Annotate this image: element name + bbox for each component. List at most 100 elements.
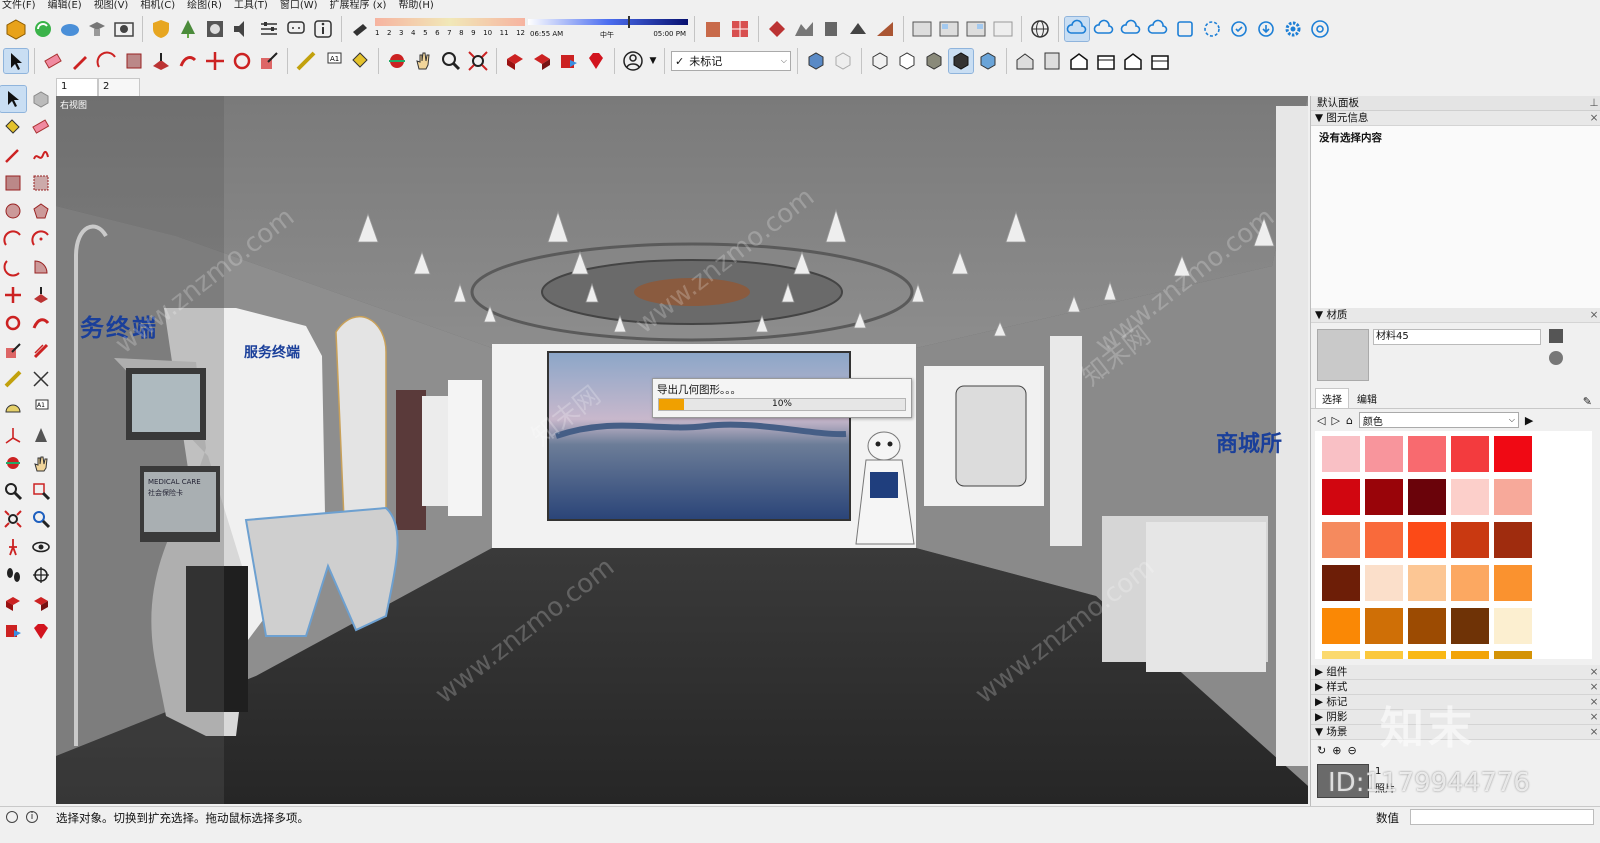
materials-header[interactable]: ▼ 材质 × bbox=[1311, 308, 1600, 323]
remove-scene-icon[interactable]: ⊖ bbox=[1347, 744, 1356, 757]
cloud-search-icon[interactable] bbox=[1092, 17, 1116, 41]
account-dropdown-icon[interactable]: ▼ bbox=[648, 56, 658, 66]
color-swatch[interactable] bbox=[1407, 478, 1447, 516]
paint-tool-icon[interactable] bbox=[0, 114, 26, 140]
color-swatch[interactable] bbox=[1407, 521, 1447, 559]
expand-icon[interactable] bbox=[1173, 17, 1197, 41]
orbit-tool-icon[interactable] bbox=[0, 450, 26, 476]
pan-tool-icon[interactable] bbox=[28, 450, 54, 476]
geo-location-icon[interactable] bbox=[6, 811, 18, 823]
sample-paint-icon[interactable] bbox=[1549, 351, 1563, 365]
scale-tool-icon[interactable] bbox=[0, 338, 26, 364]
scene-tab-1[interactable]: 1 bbox=[56, 78, 98, 96]
share-tool-icon[interactable] bbox=[28, 590, 54, 616]
rect-tool-icon[interactable] bbox=[0, 170, 26, 196]
tape-measure-icon[interactable] bbox=[294, 49, 318, 73]
color-swatch[interactable] bbox=[1364, 478, 1404, 516]
zoom-extents-icon[interactable] bbox=[466, 49, 490, 73]
pin-icon[interactable]: ⊥ bbox=[1588, 96, 1600, 110]
push-pull-icon[interactable] bbox=[149, 49, 173, 73]
color-swatch[interactable] bbox=[1407, 650, 1447, 659]
menu-extensions[interactable]: 扩展程序 (x) bbox=[330, 0, 387, 12]
section-plane-tool-icon[interactable] bbox=[28, 562, 54, 588]
message-icon[interactable] bbox=[284, 17, 308, 41]
layout-4-icon[interactable] bbox=[991, 17, 1015, 41]
camera-settings-icon[interactable] bbox=[85, 17, 109, 41]
pie-tool-icon[interactable] bbox=[28, 254, 54, 280]
color-swatch[interactable] bbox=[1493, 607, 1533, 645]
info-icon[interactable] bbox=[311, 17, 335, 41]
forward-arrow-icon[interactable]: ▷ bbox=[1331, 414, 1339, 427]
color-swatch[interactable] bbox=[1321, 564, 1361, 602]
select-tool-icon[interactable] bbox=[0, 85, 27, 113]
warehouse-icon[interactable] bbox=[4, 17, 28, 41]
color-swatch[interactable] bbox=[1450, 435, 1490, 473]
back-arrow-icon[interactable]: ◁ bbox=[1317, 414, 1325, 427]
menu-camera[interactable]: 相机(C) bbox=[140, 0, 175, 12]
color-swatch[interactable] bbox=[1450, 650, 1490, 659]
arc-icon[interactable] bbox=[95, 49, 119, 73]
zoom-window-tool-icon[interactable] bbox=[28, 478, 54, 504]
close-icon[interactable]: × bbox=[1588, 725, 1600, 739]
zoom-icon[interactable] bbox=[439, 49, 463, 73]
color-swatch[interactable] bbox=[1321, 650, 1361, 659]
arc-tool-icon[interactable] bbox=[0, 226, 26, 252]
pushpull-tool-icon[interactable] bbox=[28, 282, 54, 308]
color-swatch[interactable] bbox=[1321, 435, 1361, 473]
cloud-download-icon[interactable] bbox=[1146, 17, 1170, 41]
download-circle-icon[interactable] bbox=[1254, 17, 1278, 41]
close-icon[interactable]: × bbox=[1588, 710, 1600, 724]
color-swatch[interactable] bbox=[1364, 607, 1404, 645]
color-swatch[interactable] bbox=[1321, 607, 1361, 645]
rectangle-icon[interactable] bbox=[122, 49, 146, 73]
look-around-tool-icon[interactable] bbox=[28, 534, 54, 560]
back-view-icon[interactable] bbox=[1121, 49, 1145, 73]
drape-icon[interactable] bbox=[846, 17, 870, 41]
layout-1-icon[interactable] bbox=[910, 17, 934, 41]
hidden-line-icon[interactable] bbox=[895, 49, 919, 73]
tag-select[interactable]: ✓ 未标记 ⌵ bbox=[671, 51, 791, 71]
sample-eyedropper-icon[interactable]: ✎ bbox=[1583, 395, 1592, 408]
share-model-icon[interactable] bbox=[58, 17, 82, 41]
globe-icon[interactable] bbox=[1028, 17, 1052, 41]
render-settings-icon[interactable] bbox=[203, 17, 227, 41]
warehouse-tool-icon[interactable] bbox=[0, 590, 26, 616]
rotate-icon[interactable] bbox=[230, 49, 254, 73]
color-swatch[interactable] bbox=[1407, 564, 1447, 602]
menu-view[interactable]: 视图(V) bbox=[94, 0, 129, 12]
color-swatch[interactable] bbox=[1493, 521, 1533, 559]
freehand-tool-icon[interactable] bbox=[28, 142, 54, 168]
scale-icon[interactable] bbox=[257, 49, 281, 73]
material-preview[interactable] bbox=[1317, 329, 1369, 381]
circle-tool-icon[interactable] bbox=[0, 198, 26, 224]
color-swatch[interactable] bbox=[1407, 607, 1447, 645]
tab-select[interactable]: 选择 bbox=[1315, 388, 1349, 408]
color-swatch[interactable] bbox=[1321, 521, 1361, 559]
pan-hand-icon[interactable] bbox=[412, 49, 436, 73]
zoom-extents-tool-icon[interactable] bbox=[0, 506, 26, 532]
follow-me-icon[interactable] bbox=[176, 49, 200, 73]
rotate-tool-icon[interactable] bbox=[0, 310, 26, 336]
speaker-icon[interactable] bbox=[230, 17, 254, 41]
stamp-icon[interactable] bbox=[819, 17, 843, 41]
shaded-textures-icon[interactable] bbox=[948, 48, 974, 74]
position-camera-tool-icon[interactable] bbox=[0, 534, 26, 560]
details-arrow-icon[interactable]: ▶ bbox=[1525, 414, 1533, 427]
arc2-tool-icon[interactable] bbox=[28, 226, 54, 252]
tree-icon[interactable] bbox=[176, 17, 200, 41]
scene-tab-2[interactable]: 2 bbox=[98, 78, 140, 96]
back-edges-icon[interactable] bbox=[831, 49, 855, 73]
menu-file[interactable]: 文件(F) bbox=[2, 0, 36, 12]
paint-bucket-icon[interactable] bbox=[348, 49, 372, 73]
left-view-icon[interactable] bbox=[1148, 49, 1172, 73]
chrome-icon[interactable] bbox=[1308, 17, 1332, 41]
protractor-tool-icon[interactable] bbox=[0, 394, 26, 420]
color-swatch[interactable] bbox=[1364, 650, 1404, 659]
sandbox-icon[interactable] bbox=[765, 17, 789, 41]
material-name-field[interactable]: 材料45 bbox=[1373, 329, 1541, 345]
grid-materials-icon[interactable] bbox=[728, 17, 752, 41]
layout-2-icon[interactable] bbox=[937, 17, 961, 41]
eraser-icon[interactable] bbox=[41, 49, 65, 73]
ruby-tool-icon[interactable] bbox=[28, 618, 54, 644]
layout-3-icon[interactable] bbox=[964, 17, 988, 41]
